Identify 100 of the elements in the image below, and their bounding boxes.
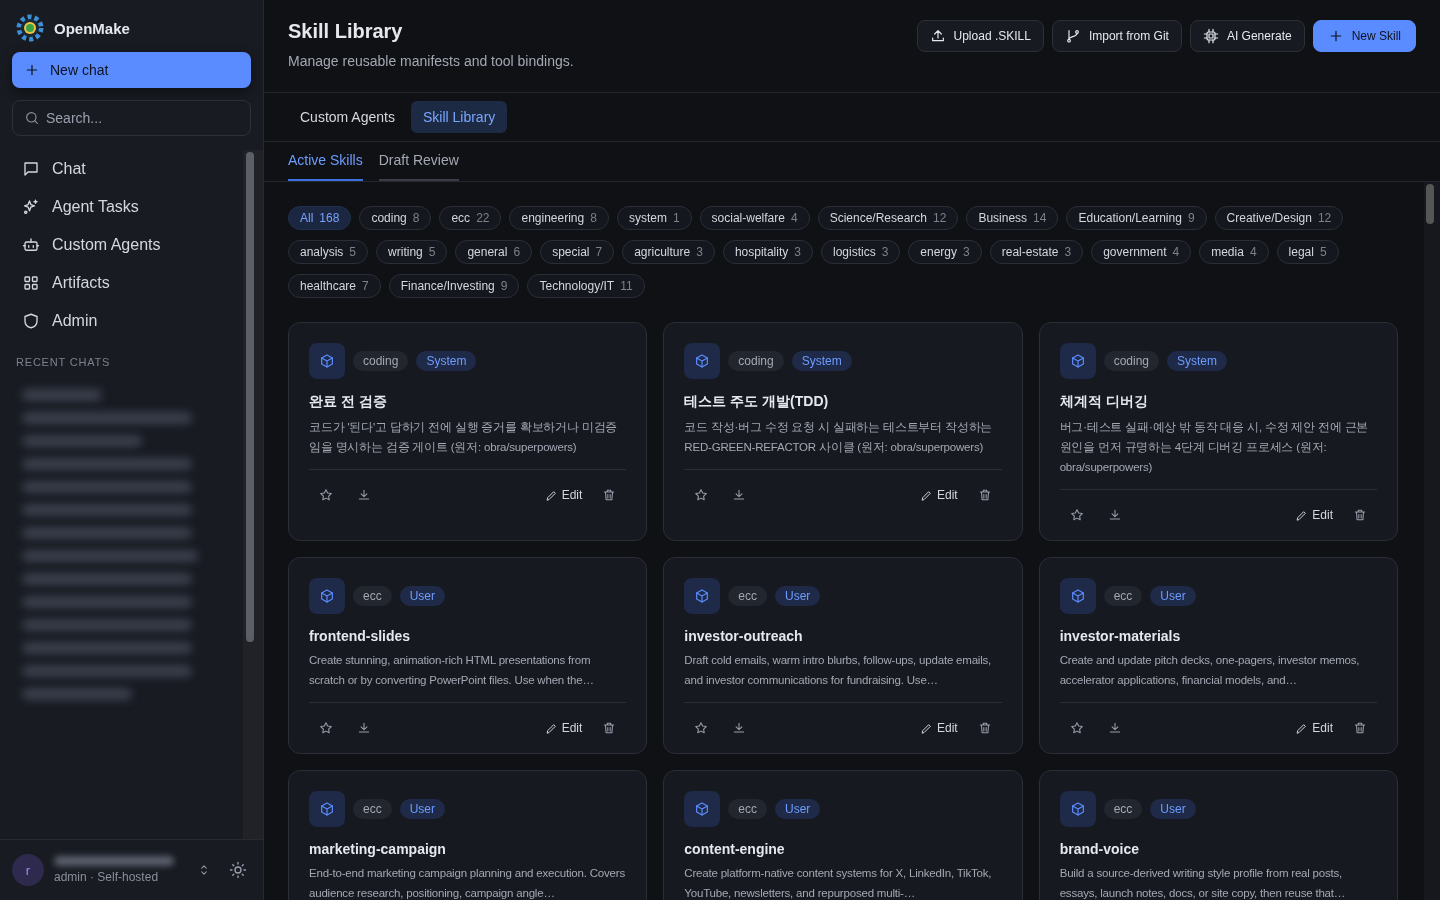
filter-chip[interactable]: government 4 [1091,240,1192,264]
scrollbar-thumb[interactable] [1426,184,1434,224]
skill-description: Build a source-derived writing style profile from real posts, essays, launch notes, docs, or site copy, then reuse that… [1059,866,1347,900]
category-tag: ecc [353,586,392,606]
cube-glyph-icon [1069,588,1086,604]
new-chat-button[interactable]: New chat [12,52,251,88]
star-icon [1069,721,1084,735]
page-subtitle: Manage reusable manifests and tool bindings. [288,53,574,69]
filter-chip[interactable]: Technology/IT 11 [527,274,645,298]
filter-chip[interactable]: analysis 5 [288,240,369,264]
sparkles-icon [22,198,40,216]
cube-glyph-icon [1069,801,1086,817]
skill-description: 코드 작성·버그 수정 요청 시 실패하는 테스트부터 작성하는 RED-GREEN-REFACTOR 사이클 (원저: obra/superpowers) [684,420,994,455]
edit-button[interactable]: Edit [544,721,583,735]
section-heading: RECENT CHATS [15,355,112,370]
filter-chip[interactable]: coding 8 [359,206,432,230]
filter-chip[interactable]: special 7 [540,240,615,264]
filter-chip[interactable]: social-welfare 4 [699,206,810,230]
edit-button[interactable]: Edit [544,488,583,502]
filter-chip[interactable]: All 168 [288,206,352,230]
pencil-icon [544,721,558,735]
skill-card[interactable]: ecc User investor-materials Create and update pitch decks, one-pagers, investor memos, accelerator applications, financial models, and… Edit [1038,557,1398,754]
action-button[interactable]: Import from Git [1051,20,1182,52]
download-icon [1107,508,1122,522]
cube-glyph-icon [319,353,335,369]
filter-chip[interactable]: media 4 [1199,240,1269,264]
search-field[interactable]: Search... [12,100,251,136]
skill-card[interactable]: ecc User content-engine Create platform-native content systems for X, LinkedIn, TikTok, YouTube, newsletters, and repurposed multi-… [663,770,1023,900]
filter-chip[interactable]: Education/Learning 9 [1066,206,1207,230]
category-tag: coding [728,351,784,371]
sub-tab[interactable]: Active Skills [288,142,363,181]
skill-card[interactable]: ecc User brand-voice Build a source-derived writing style profile from real posts, essays, launch notes, docs, or site copy, then reuse that… [1038,770,1398,900]
nav-item[interactable]: Artifacts [10,264,233,302]
skill-card[interactable]: coding System 완료 전 검증 코드가 '된다'고 답하기 전에 실행 증거를 확보하거나 미검증임을 명시하는 검증 게이트 (원저: obra/superpowers) Edit [288,322,648,541]
filter-chip[interactable]: writing 5 [376,240,448,264]
filter-chip[interactable]: system 1 [616,206,692,230]
action-button[interactable]: AI Generate [1189,20,1305,52]
filter-chip[interactable]: general 6 [455,240,533,264]
pencil-icon [544,488,558,502]
skill-card[interactable]: coding System 테스트 주도 개발(TDD) 코드 작성·버그 수정 요청 시 실패하는 테스트부터 작성하는 RED-GREEN-REFACTOR 사이클 (원저: obra/superpowers) Edit [663,322,1023,541]
star-icon [319,488,333,502]
tab[interactable]: Custom Agents [288,101,407,133]
edit-button[interactable]: Edit [1295,508,1333,522]
filter-chip[interactable]: logistics 3 [820,240,901,264]
origin-tag: System [791,351,852,371]
filter-chip[interactable]: healthcare 7 [288,274,381,298]
edit-button[interactable]: Edit [919,488,958,502]
skill-card[interactable]: ecc User investor-outreach Draft cold emails, warm intro blurbs, follow-ups, update emails, and investor communications for fundraising. Use… Edit [663,557,1023,754]
filter-chip[interactable]: ecc 22 [439,206,502,230]
star-icon [694,488,709,502]
trash-icon [602,721,617,735]
tab[interactable]: Skill Library [410,101,508,133]
skill-card[interactable]: ecc User marketing-campaign End-to-end marketing campaign planning and execution. Covers audience research, positioning, campaign angle… [288,770,648,900]
filter-chip[interactable]: hospitality 3 [722,240,813,264]
skill-card[interactable]: ecc User frontend-slides Create stunning, animation-rich HTML presentations from scratch or by converting PowerPoint files. Use when the… Edit [288,557,648,754]
pencil-icon [1295,721,1309,735]
skill-title: 완료 전 검증 [309,393,388,411]
pencil-icon [919,721,933,735]
nav-item[interactable]: Agent Tasks [10,188,233,226]
download-icon [732,488,747,502]
action-button[interactable]: Upload .SKILL [916,20,1044,52]
trash-icon [977,721,992,735]
scrollbar-thumb[interactable] [246,152,254,642]
cube-glyph-icon [319,588,335,604]
action-button[interactable]: New Skill [1312,20,1416,52]
chat-bubble-icon [22,160,40,178]
filter-chip[interactable]: energy 3 [908,240,982,264]
filter-chip[interactable]: real-estate 3 [989,240,1084,264]
filter-chip[interactable]: Finance/Investing 9 [388,274,520,298]
user-avatar: r [12,854,44,886]
skill-title: investor-materials [1059,628,1182,644]
cube-glyph-icon [694,353,711,369]
skill-title: 테스트 주도 개발(TDD) [684,393,830,411]
category-tag: ecc [728,586,767,606]
nav-item[interactable]: Chat [10,150,233,188]
nav-item[interactable]: Admin [10,302,233,340]
download-icon [357,721,371,735]
edit-button[interactable]: Edit [919,721,958,735]
filter-chip[interactable]: Creative/Design 12 [1214,206,1344,230]
nav-item[interactable]: Custom Agents [10,226,233,264]
sub-tab[interactable]: Draft Review [378,142,459,181]
grid-icon [22,274,40,292]
filter-chip[interactable]: legal 5 [1276,240,1339,264]
skill-card[interactable]: coding System 체계적 디버깅 버그·테스트 실패·예상 밖 동작 대응 시, 수정 제안 전에 근본 원인을 먼저 규명하는 4단계 디버깅 프로세스 (원저: obra/superpowers) Edit [1038,322,1398,541]
download-icon [732,721,747,735]
skill-title: frontend-slides [309,628,412,644]
skill-title: marketing-campaign [309,841,447,857]
origin-tag: User [775,799,821,819]
skill-description: Create platform-native content systems for X, LinkedIn, TikTok, YouTube, newsletters, and repurposed multi-… [684,866,993,900]
gear-logo-icon [16,14,44,42]
filter-chip[interactable]: Business 14 [966,206,1059,230]
filter-chip[interactable]: engineering 8 [509,206,609,230]
pencil-icon [1295,508,1309,522]
sun-icon [229,861,247,879]
download-icon [357,488,371,502]
edit-button[interactable]: Edit [1295,721,1333,735]
filter-chip[interactable]: agriculture 3 [622,240,715,264]
pencil-icon [919,488,933,502]
filter-chip[interactable]: Science/Research 12 [817,206,959,230]
shield-icon [22,312,40,330]
